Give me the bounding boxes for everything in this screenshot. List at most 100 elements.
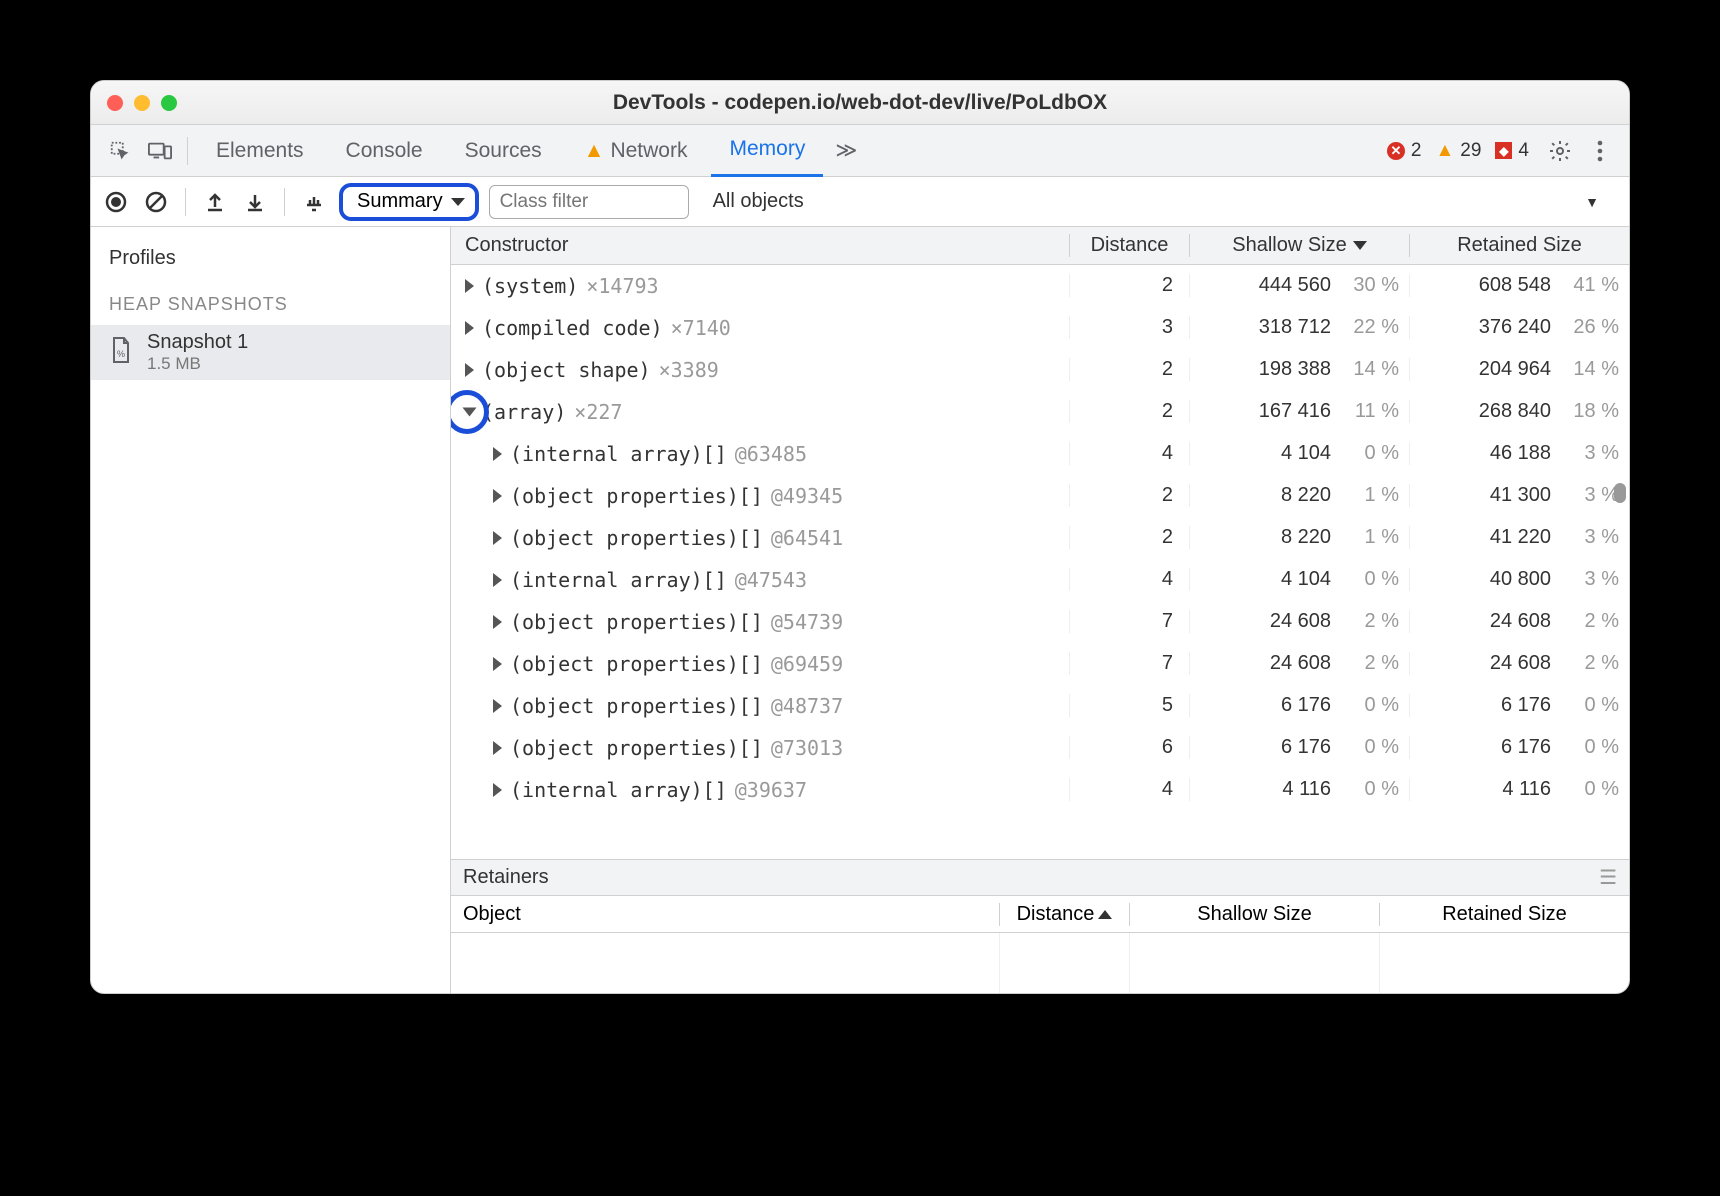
- table-row[interactable]: (object properties)[] @4934528 2201 %41 …: [451, 475, 1629, 517]
- shallow-value: 6 1760 %: [1189, 736, 1409, 759]
- tab-network[interactable]: ▲ Network: [566, 125, 706, 177]
- sidebar: Profiles HEAP SNAPSHOTS % Snapshot 1 1.5…: [91, 227, 451, 993]
- record-icon[interactable]: [101, 187, 131, 217]
- col-constructor[interactable]: Constructor: [451, 234, 1069, 257]
- chevron-right-icon[interactable]: [493, 783, 502, 797]
- shallow-value: 444 56030 %: [1189, 274, 1409, 297]
- distance-value: 2: [1069, 526, 1189, 549]
- chevron-right-icon[interactable]: [465, 321, 474, 335]
- error-count[interactable]: ✕ 2: [1387, 140, 1422, 162]
- file-icon: %: [109, 336, 133, 369]
- distance-value: 5: [1069, 694, 1189, 717]
- scope-select[interactable]: All objects: [699, 190, 1576, 213]
- svg-text:%: %: [117, 349, 125, 359]
- retcol-distance[interactable]: Distance: [999, 903, 1129, 926]
- shallow-value: 8 2201 %: [1189, 484, 1409, 507]
- table-row[interactable]: (internal array)[] @4754344 1040 %40 800…: [451, 559, 1629, 601]
- table-row[interactable]: (internal array)[] @3963744 1160 %4 1160…: [451, 769, 1629, 811]
- table-row[interactable]: (system) ×147932444 56030 %608 54841 %: [451, 265, 1629, 307]
- retcol-distance-label: Distance: [1017, 903, 1095, 926]
- chevron-right-icon[interactable]: [493, 699, 502, 713]
- shallow-value: 4 1040 %: [1189, 568, 1409, 591]
- chevron-right-icon[interactable]: [493, 657, 502, 671]
- inspect-icon[interactable]: [103, 134, 137, 168]
- snapshot-item[interactable]: % Snapshot 1 1.5 MB: [91, 325, 450, 380]
- chevron-right-icon[interactable]: [493, 489, 502, 503]
- retained-value: 24 6082 %: [1409, 652, 1629, 675]
- table-row[interactable]: (compiled code) ×71403318 71222 %376 240…: [451, 307, 1629, 349]
- rows-container: (system) ×147932444 56030 %608 54841 %(c…: [451, 265, 1629, 859]
- distance-value: 2: [1069, 484, 1189, 507]
- table-row[interactable]: (object properties)[] @7301366 1760 %6 1…: [451, 727, 1629, 769]
- warning-count[interactable]: ▲ 29: [1435, 140, 1481, 162]
- scrollbar-thumb[interactable]: [1614, 483, 1626, 503]
- tab-elements[interactable]: Elements: [198, 125, 322, 177]
- kebab-icon[interactable]: [1583, 134, 1617, 168]
- retained-value: 41 2203 %: [1409, 526, 1629, 549]
- chevron-right-icon[interactable]: [493, 615, 502, 629]
- distance-value: 2: [1069, 358, 1189, 381]
- gc-icon[interactable]: [299, 187, 329, 217]
- constructor-suffix: @63485: [735, 442, 807, 466]
- retained-value: 376 24026 %: [1409, 316, 1629, 339]
- sort-up-icon: [1098, 910, 1112, 919]
- tab-sources[interactable]: Sources: [447, 125, 560, 177]
- table-row[interactable]: (internal array)[] @6348544 1040 %46 188…: [451, 433, 1629, 475]
- retainers-header[interactable]: Retainers ☰: [451, 859, 1629, 895]
- divider: [284, 188, 285, 216]
- table-row[interactable]: (object properties)[] @54739724 6082 %24…: [451, 601, 1629, 643]
- retcol-retained[interactable]: Retained Size: [1379, 903, 1629, 926]
- constructor-name: (object properties)[]: [510, 694, 763, 718]
- constructor-name: (object properties)[]: [510, 652, 763, 676]
- constructor-suffix: ×3389: [659, 358, 719, 382]
- menu-icon[interactable]: ☰: [1599, 865, 1617, 890]
- retcol-object[interactable]: Object: [451, 903, 999, 926]
- constructor-name: (object properties)[]: [510, 526, 763, 550]
- tab-memory[interactable]: Memory: [711, 125, 823, 177]
- chevron-right-icon[interactable]: [493, 447, 502, 461]
- constructor-name: (object shape): [482, 358, 651, 382]
- col-shallow[interactable]: Shallow Size: [1189, 234, 1409, 257]
- constructor-suffix: @49345: [771, 484, 843, 508]
- col-distance[interactable]: Distance: [1069, 234, 1189, 257]
- table-row[interactable]: (object shape) ×33892198 38814 %204 9641…: [451, 349, 1629, 391]
- retained-value: 24 6082 %: [1409, 610, 1629, 633]
- chevron-right-icon[interactable]: [493, 531, 502, 545]
- table-row[interactable]: (array) ×2272167 41611 %268 84018 %: [451, 391, 1629, 433]
- gear-icon[interactable]: [1543, 134, 1577, 168]
- table-row[interactable]: (object properties)[] @69459724 6082 %24…: [451, 643, 1629, 685]
- main-grid: Constructor Distance Shallow Size Retain…: [451, 227, 1629, 993]
- class-filter-input[interactable]: [489, 185, 689, 219]
- constructor-name: (object properties)[]: [510, 484, 763, 508]
- chevron-right-icon[interactable]: [493, 573, 502, 587]
- col-retained[interactable]: Retained Size: [1409, 234, 1629, 257]
- tab-console[interactable]: Console: [328, 125, 441, 177]
- distance-value: 4: [1069, 778, 1189, 801]
- distance-value: 2: [1069, 274, 1189, 297]
- constructor-suffix: ×14793: [586, 274, 658, 298]
- chevron-right-icon[interactable]: [465, 279, 474, 293]
- tab-more[interactable]: ≫: [829, 125, 863, 177]
- error-icon: ✕: [1387, 142, 1405, 160]
- download-icon[interactable]: [240, 187, 270, 217]
- sidebar-section-label: HEAP SNAPSHOTS: [91, 274, 450, 325]
- table-row[interactable]: (object properties)[] @4873756 1760 %6 1…: [451, 685, 1629, 727]
- clear-icon[interactable]: [141, 187, 171, 217]
- tab-network-label: Network: [610, 139, 687, 163]
- devtools-window: DevTools - codepen.io/web-dot-dev/live/P…: [90, 80, 1630, 994]
- distance-value: 7: [1069, 652, 1189, 675]
- error-count-value: 2: [1411, 140, 1422, 162]
- perspective-select[interactable]: Summary: [339, 183, 479, 221]
- chevron-down-icon[interactable]: [463, 407, 477, 416]
- upload-icon[interactable]: [200, 187, 230, 217]
- device-icon[interactable]: [143, 134, 177, 168]
- retcol-shallow[interactable]: Shallow Size: [1129, 903, 1379, 926]
- shallow-value: 4 1160 %: [1189, 778, 1409, 801]
- chevron-right-icon[interactable]: [493, 741, 502, 755]
- issue-icon: ◆: [1495, 142, 1512, 159]
- chevron-down-icon[interactable]: ▼: [1585, 194, 1599, 210]
- chevron-right-icon[interactable]: [465, 363, 474, 377]
- issue-count[interactable]: ◆ 4: [1495, 140, 1529, 162]
- table-row[interactable]: (object properties)[] @6454128 2201 %41 …: [451, 517, 1629, 559]
- constructor-suffix: ×7140: [671, 316, 731, 340]
